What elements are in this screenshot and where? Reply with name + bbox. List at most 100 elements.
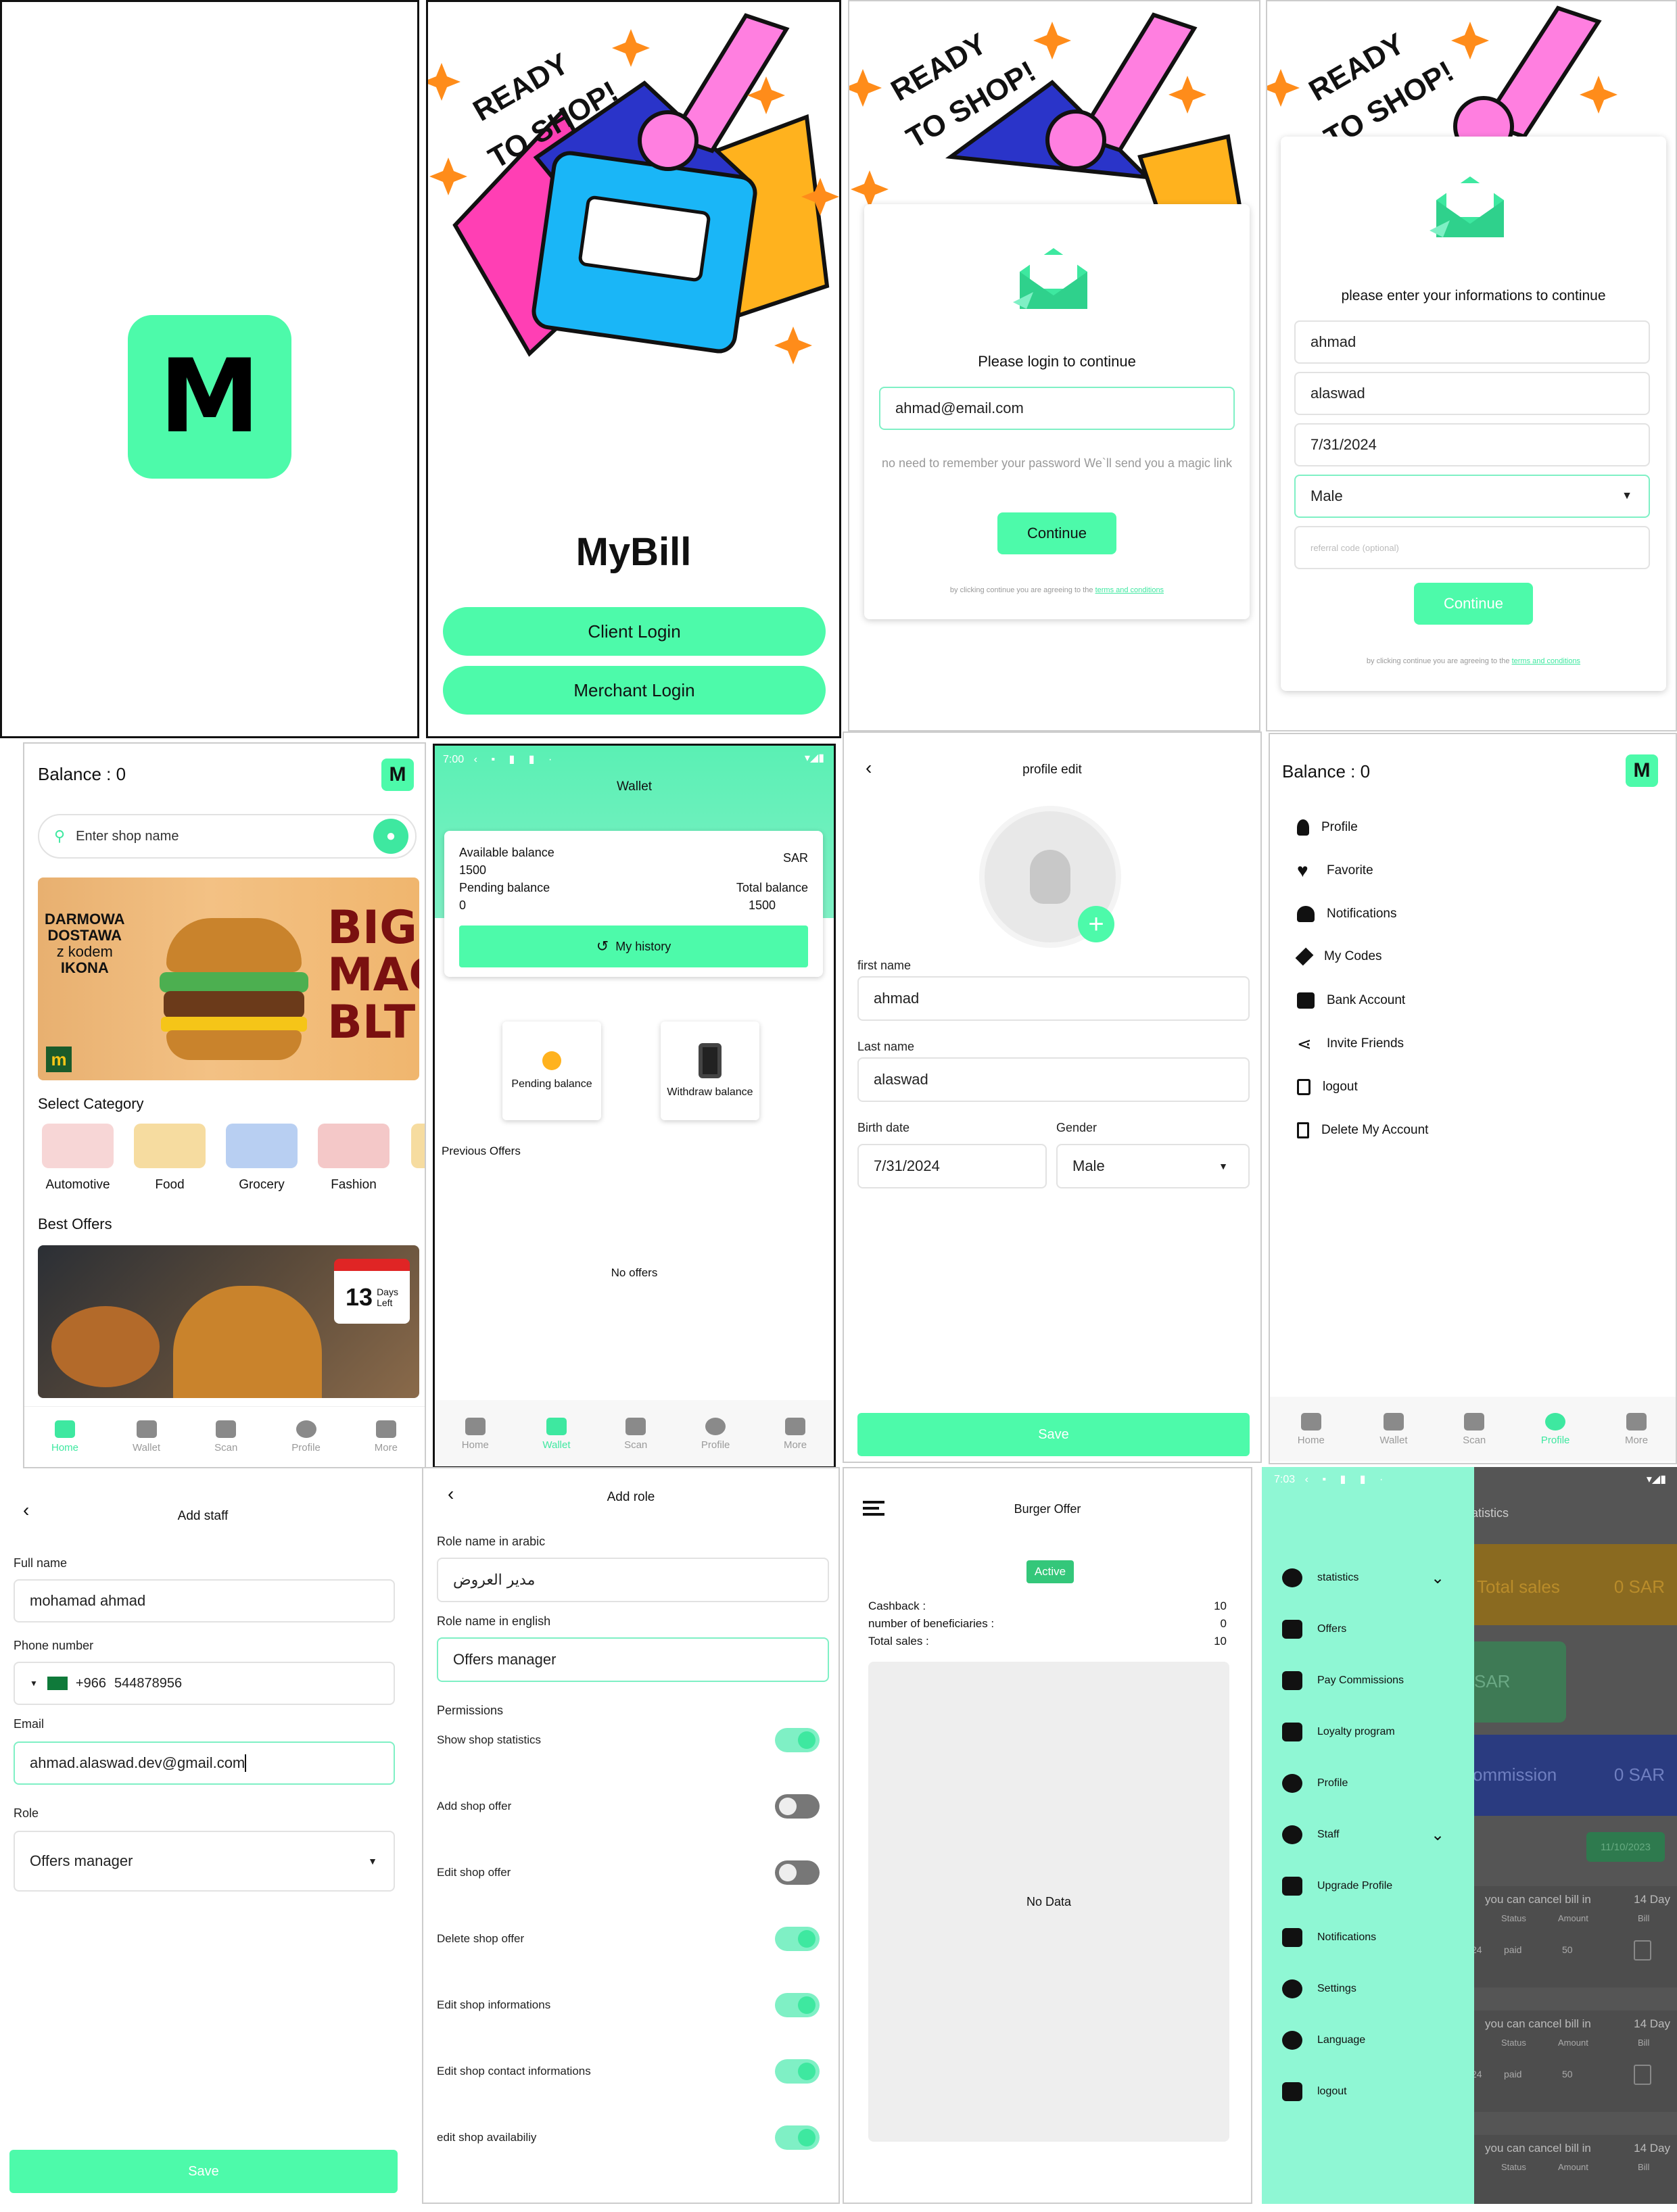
drawer-item-pay-commissions[interactable]: Pay Commissions (1282, 1671, 1404, 1690)
terms-link[interactable]: terms and conditions (1095, 586, 1164, 594)
continue-button[interactable]: Continue (1414, 583, 1533, 625)
nav-home[interactable]: Home (51, 1420, 78, 1453)
bill-document-icon[interactable] (1634, 1940, 1651, 1961)
nav-more[interactable]: More (1625, 1412, 1648, 1446)
nav-profile[interactable]: Profile (291, 1420, 321, 1453)
drawer-item-profile[interactable]: Profile (1282, 1774, 1348, 1793)
search-bar[interactable]: ⚲ Enter shop name ● (38, 814, 417, 859)
promo-banner[interactable]: DARMOWA DOSTAWA z kodem IKONA BIG MAC BL… (38, 877, 419, 1080)
heart-icon: ♥ (1297, 860, 1308, 881)
role-select[interactable]: Offers manager ▼ (14, 1831, 395, 1892)
menu-profile[interactable]: Profile (1297, 819, 1358, 836)
nav-wallet[interactable]: Wallet (1379, 1412, 1408, 1446)
continue-button[interactable]: Continue (997, 512, 1116, 554)
drawer-item-staff[interactable]: Staff ⌄ (1282, 1825, 1444, 1844)
nav-wallet[interactable]: Wallet (542, 1417, 571, 1451)
birth-date-field[interactable]: 7/31/2024 (857, 1144, 1047, 1188)
gender-select[interactable]: Male ▼ (1056, 1144, 1250, 1188)
bank-account-icon (1297, 992, 1315, 1009)
drawer-item-notifications[interactable]: Notifications (1282, 1928, 1376, 1947)
beneficiaries-label: number of beneficiaries : (868, 1617, 995, 1630)
history-button[interactable]: ↺ My history (459, 925, 808, 967)
category-more[interactable] (411, 1124, 425, 1168)
arabic-name-field[interactable]: مدير العروض (437, 1558, 829, 1602)
terms-link[interactable]: terms and conditions (1512, 657, 1581, 665)
nav-scan[interactable]: Scan (624, 1417, 647, 1451)
email-field[interactable]: ahmad@email.com (879, 387, 1235, 430)
category-food[interactable]: Food (134, 1124, 206, 1193)
menu-bank-account[interactable]: Bank Account (1297, 992, 1405, 1009)
category-grocery[interactable]: Grocery (226, 1124, 298, 1193)
permission-toggle[interactable] (775, 1993, 820, 2017)
last-name-field[interactable]: alaswad (857, 1057, 1250, 1102)
nav-more[interactable]: More (375, 1420, 398, 1453)
menu-logout-label: logout (1323, 1080, 1358, 1094)
permission-toggle[interactable] (775, 1927, 820, 1951)
pending-balance-card[interactable]: Pending balance (502, 1021, 601, 1120)
permission-toggle[interactable] (775, 1860, 820, 1885)
permission-toggle[interactable] (775, 2125, 820, 2150)
drawer-item-statistics[interactable]: statistics ⌄ (1282, 1568, 1444, 1587)
chevron-down-icon[interactable]: ⌄ (1431, 1825, 1444, 1845)
nav-home-label: Home (1297, 1434, 1325, 1446)
phone-field[interactable]: ▼ +966 544878956 (14, 1662, 395, 1705)
permission-toggle[interactable] (775, 1794, 820, 1819)
menu-invite-friends[interactable]: ⋖ Invite Friends (1297, 1034, 1404, 1054)
navigation-drawer: 7:03 ‹ ▪ ▮ ▮ · statistics ⌄ Offers Pay Comm… (1262, 1467, 1474, 2204)
nav-home[interactable]: Home (1297, 1412, 1325, 1446)
drawer-item-language[interactable]: Language (1282, 2031, 1365, 2050)
email-field[interactable]: ahmad.alaswad.dev@gmail.com (14, 1741, 395, 1785)
nav-profile[interactable]: Profile (1541, 1412, 1569, 1446)
nav-wallet[interactable]: Wallet (133, 1420, 160, 1453)
chevron-down-icon[interactable]: ⌄ (1431, 1568, 1444, 1588)
drawer-item-logout[interactable]: logout (1282, 2082, 1347, 2101)
drawer-item-upgrade-profile[interactable]: Upgrade Profile (1282, 1877, 1392, 1896)
cashback-label: Cashback : (868, 1600, 926, 1612)
referral-field[interactable]: referral code (optional) (1294, 526, 1650, 569)
english-name-field[interactable]: Offers manager (437, 1637, 829, 1682)
save-button[interactable]: Save (857, 1413, 1250, 1456)
nav-home[interactable]: Home (462, 1417, 489, 1451)
withdraw-balance-card[interactable]: Withdraw balance (661, 1021, 759, 1120)
merchant-login-button[interactable]: Merchant Login (443, 666, 826, 715)
permission-toggle[interactable] (775, 1728, 820, 1752)
bg-cancel-text: you can cancel bill in (1485, 2142, 1591, 2155)
bill-document-icon[interactable] (1634, 2065, 1651, 2085)
menu-favorite[interactable]: ♥ Favorite (1297, 860, 1373, 881)
gender-select[interactable]: Male ▼ (1294, 475, 1650, 518)
bg-cancel-text: you can cancel bill in (1485, 2017, 1591, 2030)
phone-code: +966 (75, 1675, 106, 1691)
location-pin-icon[interactable]: ● (373, 819, 408, 854)
country-dropdown-icon[interactable]: ▼ (30, 1679, 38, 1688)
last-name-field[interactable]: alaswad (1294, 372, 1650, 415)
nav-wallet-label: Wallet (542, 1439, 571, 1451)
promo-big-3: BLT (327, 996, 416, 1049)
share-icon: ⋖ (1297, 1034, 1312, 1054)
drawer-item-offers[interactable]: Offers (1282, 1620, 1346, 1639)
menu-my-codes[interactable]: My Codes (1295, 947, 1382, 966)
add-photo-icon[interactable]: + (1078, 906, 1114, 942)
menu-delete-account[interactable]: Delete My Account (1297, 1122, 1428, 1138)
search-input[interactable]: Enter shop name (76, 829, 179, 844)
nav-scan[interactable]: Scan (1463, 1412, 1486, 1446)
full-name-field[interactable]: mohamad ahmad (14, 1579, 395, 1622)
best-offer-card[interactable]: 13 Days Left (38, 1245, 419, 1398)
category-fashion[interactable]: Fashion (318, 1124, 389, 1193)
menu-notifications[interactable]: Notifications (1297, 906, 1397, 922)
nav-profile[interactable]: Profile (701, 1417, 730, 1451)
first-name-field[interactable]: ahmad (857, 976, 1250, 1021)
permission-toggle[interactable] (775, 2059, 820, 2084)
drawer-item-loyalty-program[interactable]: Loyalty program (1282, 1723, 1395, 1741)
client-login-button[interactable]: Client Login (443, 607, 826, 656)
chevron-down-icon: ▼ (1622, 490, 1632, 502)
first-name-field[interactable]: ahmad (1294, 320, 1650, 364)
drawer-item-settings[interactable]: Settings (1282, 1979, 1356, 1998)
birth-date-field[interactable]: 7/31/2024 (1294, 423, 1650, 466)
nav-scan[interactable]: Scan (214, 1420, 237, 1453)
menu-logout[interactable]: logout (1297, 1079, 1358, 1095)
nav-more[interactable]: More (784, 1417, 807, 1451)
save-button[interactable]: Save (9, 2150, 398, 2193)
bell-icon (1297, 906, 1315, 922)
signal-battery-icon: ▾◢▮ (804, 752, 824, 764)
category-automotive[interactable]: Automotive (42, 1124, 114, 1193)
